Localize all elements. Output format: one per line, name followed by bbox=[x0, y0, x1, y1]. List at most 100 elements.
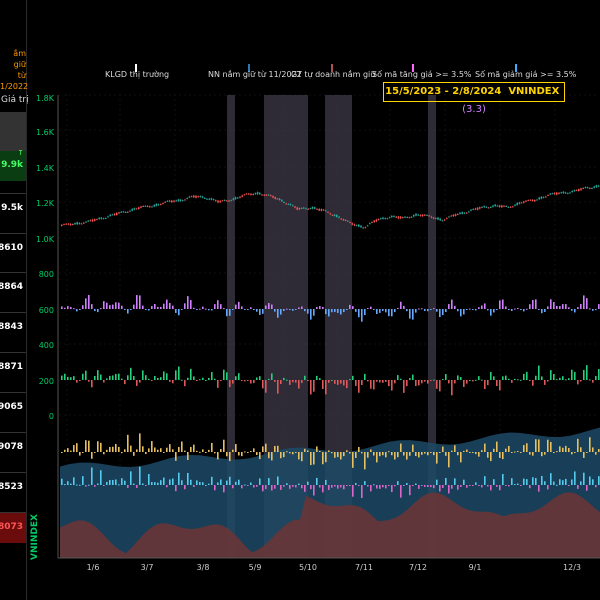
grid-dot bbox=[539, 414, 541, 416]
candle-body bbox=[597, 185, 600, 187]
grid-dot bbox=[282, 339, 284, 341]
candle-body bbox=[120, 211, 122, 213]
candle-body bbox=[186, 198, 188, 200]
candle-body bbox=[263, 194, 265, 196]
volume-bar bbox=[61, 452, 63, 453]
grid-dot bbox=[149, 379, 151, 381]
grid-dot bbox=[469, 166, 471, 168]
grid-dot bbox=[389, 166, 391, 168]
breadth-bar bbox=[238, 301, 240, 309]
flow-bar bbox=[430, 380, 432, 381]
grid-dot bbox=[569, 129, 571, 131]
grid-dot bbox=[444, 264, 446, 266]
grid-dot bbox=[444, 414, 446, 416]
grid-dot bbox=[139, 94, 141, 96]
grid-dot bbox=[66, 314, 68, 316]
grid-dot bbox=[336, 319, 338, 321]
foreign-bar bbox=[406, 483, 408, 485]
grid-dot bbox=[579, 94, 581, 96]
flow-bar bbox=[142, 370, 144, 380]
flow-bar bbox=[355, 380, 357, 386]
grid-dot bbox=[204, 237, 206, 239]
chart-title: 15/5/2023 - 2/8/2024 VNINDEX (3.3) bbox=[383, 82, 565, 115]
flow-bar bbox=[334, 380, 336, 384]
grid-dot bbox=[434, 237, 436, 239]
grid-dot bbox=[119, 184, 121, 186]
grid-dot bbox=[66, 299, 68, 301]
grid-dot bbox=[179, 414, 181, 416]
volume-bar bbox=[454, 445, 456, 452]
grid-dot bbox=[174, 289, 176, 291]
volume-bar bbox=[328, 450, 330, 452]
grid-dot bbox=[444, 334, 446, 336]
flow-bar bbox=[373, 380, 375, 390]
candle-body bbox=[111, 214, 114, 216]
grid-dot bbox=[282, 329, 284, 331]
grid-dot bbox=[114, 166, 116, 168]
grid-dot bbox=[249, 414, 251, 416]
grid-dot bbox=[119, 343, 121, 345]
foreign-bar bbox=[178, 472, 180, 485]
flow-bar bbox=[250, 380, 252, 384]
grid-dot bbox=[364, 414, 366, 416]
grid-dot bbox=[119, 169, 121, 171]
volume-bar bbox=[361, 452, 363, 454]
candle-body bbox=[98, 217, 100, 220]
volume-bar bbox=[124, 449, 126, 452]
grid-dot bbox=[499, 424, 501, 426]
grid-dot bbox=[336, 109, 338, 111]
foreign-bar bbox=[508, 485, 510, 487]
volume-bar bbox=[499, 452, 501, 458]
flow-bar bbox=[376, 380, 378, 382]
flow-bar bbox=[367, 380, 369, 382]
grid-dot bbox=[66, 164, 68, 166]
breadth-bar bbox=[193, 307, 195, 309]
flow-bar bbox=[421, 380, 423, 384]
grid-dot bbox=[579, 166, 581, 168]
grid-dot bbox=[464, 379, 466, 381]
grid-dot bbox=[199, 166, 201, 168]
grid-dot bbox=[94, 272, 96, 274]
grid-dot bbox=[209, 201, 211, 203]
breadth-bar bbox=[349, 304, 351, 309]
grid-dot bbox=[282, 234, 284, 236]
candle-body bbox=[371, 222, 373, 224]
grid-dot bbox=[554, 189, 556, 191]
grid-dot bbox=[509, 343, 511, 345]
grid-dot bbox=[319, 166, 321, 168]
grid-dot bbox=[469, 129, 471, 131]
grid-dot bbox=[554, 259, 556, 261]
grid-dot bbox=[224, 201, 226, 203]
grid-dot bbox=[234, 343, 236, 345]
candle-body bbox=[329, 213, 331, 215]
grid-dot bbox=[119, 239, 121, 241]
candle-body bbox=[336, 214, 338, 218]
grid-dot bbox=[389, 419, 391, 421]
candle-body bbox=[234, 197, 237, 200]
grid-dot bbox=[229, 154, 231, 156]
candle-body bbox=[404, 216, 406, 218]
breadth-bar bbox=[460, 309, 462, 317]
grid-dot bbox=[484, 414, 486, 416]
grid-dot bbox=[379, 166, 381, 168]
grid-dot bbox=[229, 364, 231, 366]
grid-dot bbox=[69, 201, 71, 203]
grid-dot bbox=[399, 201, 401, 203]
left-value-row: 9.5k bbox=[0, 193, 26, 224]
volume-bar bbox=[238, 452, 240, 456]
breadth-bar bbox=[457, 309, 459, 312]
grid-dot bbox=[329, 308, 331, 310]
breadth-bar bbox=[574, 309, 576, 313]
grid-dot bbox=[344, 129, 346, 131]
breadth-bar bbox=[409, 309, 411, 319]
grid-dot bbox=[289, 129, 291, 131]
grid-dot bbox=[414, 201, 416, 203]
volume-bar bbox=[451, 450, 453, 452]
volume-bar bbox=[286, 451, 288, 453]
candle-body bbox=[327, 211, 329, 213]
grid-dot bbox=[544, 237, 546, 239]
volume-bar bbox=[142, 446, 144, 452]
breadth-bar bbox=[256, 309, 258, 312]
grid-dot bbox=[289, 166, 291, 168]
grid-dot bbox=[554, 384, 556, 386]
